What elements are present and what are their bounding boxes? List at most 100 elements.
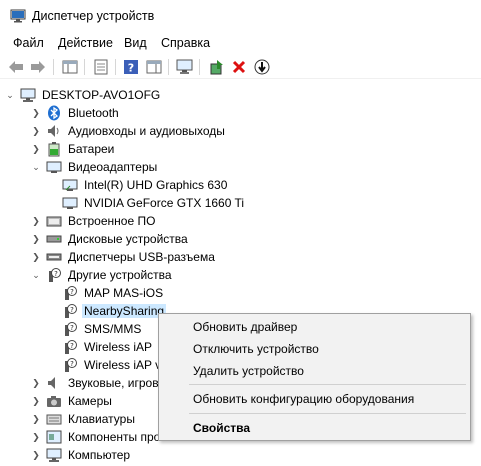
software-component-icon xyxy=(46,429,62,445)
device-manager-icon xyxy=(10,9,26,23)
svg-text:?: ? xyxy=(70,288,74,296)
tree-child-intel-gpu[interactable]: Intel(R) UHD Graphics 630 xyxy=(62,176,229,194)
tree-item-label: Компоненты про xyxy=(68,430,161,444)
unknown-device-icon: ? xyxy=(62,339,78,355)
toolbar: ? xyxy=(0,55,481,79)
tree-item-label: NVIDIA GeForce GTX 1660 Ti xyxy=(84,196,245,210)
monitor-scan-icon[interactable] xyxy=(176,58,194,76)
tree-item-firmware[interactable]: ❯ Встроенное ПО xyxy=(30,212,157,230)
tree-item-other-devices[interactable]: ⌄ ? Другие устройства xyxy=(30,266,174,284)
display-adapter-icon xyxy=(62,195,78,211)
sound-icon xyxy=(46,375,62,391)
tree-item-usb-connectors[interactable]: ❯ Диспетчеры USB-разъема xyxy=(30,248,217,266)
menu-bar: Файл Действие Вид Справка xyxy=(0,33,481,53)
collapse-chevron-icon[interactable]: ⌄ xyxy=(30,266,42,284)
tree-item-cameras[interactable]: ❯ Камеры xyxy=(30,392,114,410)
tree-child-sms-mms[interactable]: ? SMS/MMS xyxy=(62,320,143,338)
ctx-scan-hardware-changes[interactable]: Обновить конфигурацию оборудования xyxy=(193,392,414,406)
usb-icon xyxy=(46,249,62,265)
tree-item-label: Клавиатуры xyxy=(68,412,135,426)
tree-child-wireless-iap[interactable]: ? Wireless iAP xyxy=(62,338,154,356)
tree-child-nvidia-gpu[interactable]: NVIDIA GeForce GTX 1660 Ti xyxy=(62,194,246,212)
display-adapter-icon xyxy=(62,177,78,193)
toolbar-separator xyxy=(168,59,169,75)
expand-chevron-icon[interactable]: ❯ xyxy=(30,428,42,446)
keyboard-icon xyxy=(46,411,62,427)
expand-chevron-icon[interactable]: ❯ xyxy=(30,122,42,140)
expand-chevron-icon[interactable]: ❯ xyxy=(30,410,42,428)
tree-item-label: Компьютер xyxy=(68,448,131,462)
firmware-icon xyxy=(46,213,62,229)
toolbar-separator xyxy=(199,59,200,75)
ctx-disable-device[interactable]: Отключить устройство xyxy=(193,342,319,356)
battery-icon xyxy=(46,141,62,157)
unknown-device-icon: ? xyxy=(62,285,78,301)
expand-chevron-icon[interactable]: ❯ xyxy=(30,230,42,248)
properties-icon[interactable] xyxy=(92,58,110,76)
tree-item-label: Камеры xyxy=(68,394,112,408)
tree-item-label: Звуковые, игров xyxy=(68,376,159,390)
collapse-chevron-icon[interactable]: ⌄ xyxy=(4,86,16,104)
tree-item-label: NearbySharing xyxy=(82,304,167,318)
help-icon[interactable]: ? xyxy=(122,58,140,76)
title-bar: Диспетчер устройств xyxy=(0,0,481,32)
console-tree-icon[interactable] xyxy=(61,58,79,76)
menu-file[interactable]: Файл xyxy=(13,36,44,50)
action-pane-icon[interactable] xyxy=(145,58,163,76)
back-arrow-icon[interactable] xyxy=(7,58,25,76)
tree-item-label: Диспетчеры USB-разъема xyxy=(68,250,215,264)
unknown-device-icon: ? xyxy=(62,357,78,373)
tree-item-computer[interactable]: ❯ Компьютер xyxy=(30,446,132,464)
svg-text:?: ? xyxy=(70,324,74,332)
context-menu: Обновить драйвер Отключить устройство Уд… xyxy=(158,313,471,441)
uninstall-x-icon[interactable] xyxy=(230,58,248,76)
display-adapter-icon xyxy=(46,159,62,175)
tree-item-label: Intel(R) UHD Graphics 630 xyxy=(84,178,228,192)
disk-icon xyxy=(46,231,62,247)
expand-chevron-icon[interactable]: ❯ xyxy=(30,374,42,392)
menu-action[interactable]: Действие xyxy=(58,36,113,50)
collapse-chevron-icon[interactable]: ⌄ xyxy=(30,158,42,176)
disable-device-icon[interactable] xyxy=(253,58,271,76)
tree-item-disk-drives[interactable]: ❯ Дисковые устройства xyxy=(30,230,190,248)
expand-chevron-icon[interactable]: ❯ xyxy=(30,392,42,410)
unknown-device-icon: ? xyxy=(46,267,62,283)
toolbar-separator xyxy=(84,59,85,75)
menu-help[interactable]: Справка xyxy=(161,36,210,50)
svg-text:?: ? xyxy=(70,342,74,350)
expand-chevron-icon[interactable]: ❯ xyxy=(30,212,42,230)
ctx-update-driver[interactable]: Обновить драйвер xyxy=(193,320,297,334)
menu-view[interactable]: Вид xyxy=(124,36,147,50)
forward-arrow-icon[interactable] xyxy=(29,58,47,76)
tree-item-label: Wireless iAP xyxy=(84,340,153,354)
tree-child-map-mas-ios[interactable]: ? MAP MAS-iOS xyxy=(62,284,165,302)
camera-icon xyxy=(46,393,62,409)
expand-chevron-icon[interactable]: ❯ xyxy=(30,104,42,122)
speaker-icon xyxy=(46,123,62,139)
tree-item-label: Bluetooth xyxy=(68,106,119,120)
tree-item-display-adapters[interactable]: ⌄ Видеоадаптеры xyxy=(30,158,159,176)
expand-chevron-icon[interactable]: ❯ xyxy=(30,446,42,464)
svg-text:?: ? xyxy=(128,62,134,75)
tree-item-keyboards[interactable]: ❯ Клавиатуры xyxy=(30,410,137,428)
computer-icon xyxy=(46,447,62,463)
tree-item-label: Wireless iAP v xyxy=(84,358,162,372)
tree-item-batteries[interactable]: ❯ Батареи xyxy=(30,140,116,158)
expand-chevron-icon[interactable]: ❯ xyxy=(30,248,42,266)
tree-child-wireless-iap-v[interactable]: ? Wireless iAP v xyxy=(62,356,163,374)
tree-item-software-components[interactable]: ❯ Компоненты про xyxy=(30,428,162,446)
unknown-device-icon: ? xyxy=(62,321,78,337)
tree-item-label: Дисковые устройства xyxy=(68,232,188,246)
ctx-separator xyxy=(189,413,466,414)
tree-item-sound-game[interactable]: ❯ Звуковые, игров xyxy=(30,374,161,392)
ctx-uninstall-device[interactable]: Удалить устройство xyxy=(193,364,304,378)
tree-item-bluetooth[interactable]: ❯ Bluetooth xyxy=(30,104,121,122)
tree-child-nearbysharing[interactable]: ? NearbySharing xyxy=(62,302,167,320)
tree-item-audio[interactable]: ❯ Аудиовходы и аудиовыходы xyxy=(30,122,227,140)
window-title: Диспетчер устройств xyxy=(32,9,155,23)
ctx-properties[interactable]: Свойства xyxy=(193,421,250,435)
tree-item-label: Аудиовходы и аудиовыходы xyxy=(68,124,225,138)
expand-chevron-icon[interactable]: ❯ xyxy=(30,140,42,158)
tree-root[interactable]: ⌄ DESKTOP-AVO1OFG xyxy=(0,86,162,104)
update-driver-icon[interactable] xyxy=(208,58,226,76)
